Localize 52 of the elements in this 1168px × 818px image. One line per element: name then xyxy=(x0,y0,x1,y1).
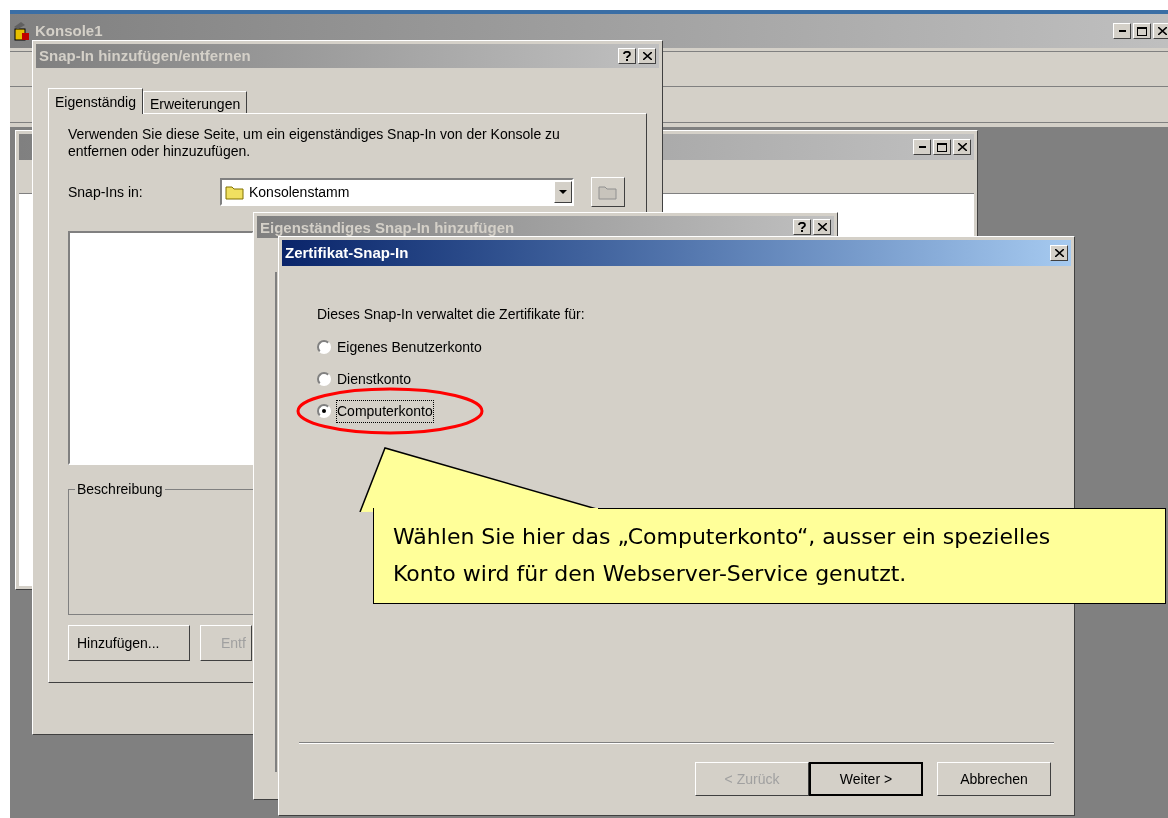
toolbox-icon xyxy=(13,21,31,41)
window-title: Konsole1 xyxy=(35,20,103,41)
close-icon xyxy=(957,143,967,151)
radio-label: Eigenes Benutzerkonto xyxy=(337,337,482,357)
help-icon xyxy=(798,222,806,232)
radio-option[interactable]: Computerkonto xyxy=(317,402,1071,420)
minimize-icon xyxy=(918,146,926,148)
help-button[interactable] xyxy=(793,219,811,235)
minimize-button[interactable] xyxy=(1113,23,1131,39)
dropdown-value: Konsolenstamm xyxy=(249,182,350,202)
prompt-text: Dieses Snap-In verwaltet die Zertifikate für: xyxy=(317,305,586,324)
close-icon xyxy=(642,52,652,60)
minimize-icon xyxy=(1118,30,1126,32)
dialog-button[interactable]: Weiter > xyxy=(809,762,923,796)
dropdown-field[interactable]: Konsolenstamm xyxy=(220,178,574,206)
folder-icon xyxy=(598,184,618,200)
folder-button[interactable] xyxy=(591,177,625,207)
minimize-button[interactable] xyxy=(913,139,931,155)
radio-label: Dienstkonto xyxy=(337,369,411,389)
close-icon xyxy=(817,223,827,231)
close-icon xyxy=(1054,249,1064,257)
folder-icon xyxy=(225,184,245,200)
close-button[interactable] xyxy=(813,219,831,235)
dialog-title: Snap-In hinzufügen/entfernen xyxy=(39,45,251,66)
maximize-button[interactable] xyxy=(933,139,951,155)
tab[interactable]: Eigenständig xyxy=(48,88,143,114)
maximize-icon xyxy=(937,142,947,152)
help-button[interactable] xyxy=(618,48,636,64)
tab[interactable]: Erweiterungen xyxy=(142,91,248,113)
description-text: Verwenden Sie diese Seite, um ein eigenständiges Snap-In von der Konsole zu entfernen oder hinzuzufügen. xyxy=(68,126,561,160)
callout-text: Wählen Sie hier das „Computerkonto“, ausser ein spezielles Konto wird für den Webserver-Service genutzt. xyxy=(393,523,1052,588)
dialog-button[interactable]: Abbrechen xyxy=(937,762,1051,796)
radio-label: Computerkonto xyxy=(337,400,433,422)
radio-option[interactable]: Dienstkonto xyxy=(317,370,1071,388)
radio-button[interactable] xyxy=(317,340,331,354)
close-button[interactable] xyxy=(1153,23,1168,39)
group-label: Beschreibung xyxy=(76,480,164,499)
dropdown-arrow-button[interactable] xyxy=(554,181,572,203)
close-button[interactable] xyxy=(638,48,656,64)
field-label: Snap-Ins in: xyxy=(68,182,144,202)
radio-button[interactable] xyxy=(317,372,331,386)
maximize-button[interactable] xyxy=(1133,23,1151,39)
radio-option[interactable]: Eigenes Benutzerkonto xyxy=(317,338,1071,356)
dialog-title: Eigenständiges Snap-In hinzufügen xyxy=(260,218,515,236)
radio-button[interactable] xyxy=(317,404,331,418)
close-button[interactable] xyxy=(1050,245,1068,261)
close-icon xyxy=(1157,27,1167,35)
help-icon xyxy=(623,51,631,61)
maximize-icon xyxy=(1137,26,1147,36)
dialog-title: Zertifikat-Snap-In xyxy=(285,242,409,263)
close-button[interactable] xyxy=(953,139,971,155)
dialog-button[interactable]: Hinzufügen... xyxy=(68,625,190,661)
